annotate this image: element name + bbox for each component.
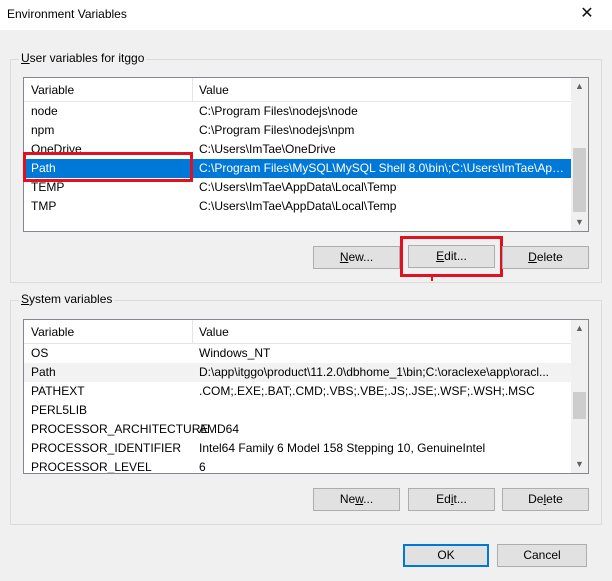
user-variables-legend: User variables for itggo <box>19 51 147 65</box>
system-edit-button[interactable]: Edit... <box>408 488 495 511</box>
variable-cell: TMP <box>31 199 57 213</box>
close-icon[interactable]: ✕ <box>576 3 598 25</box>
title-bar: Environment Variables ✕ <box>0 0 612 30</box>
table-row[interactable]: TMP C:\Users\ImTae\AppData\Local\Temp <box>24 197 571 216</box>
scroll-up-arrow-icon[interactable]: ▲ <box>571 320 588 337</box>
value-cell: C:\Program Files\nodejs\node <box>199 104 358 118</box>
variable-cell: PROCESSOR_IDENTIFIER <box>31 441 182 455</box>
user-edit-button[interactable]: Edit... <box>408 245 495 268</box>
ok-button[interactable]: OK <box>403 544 489 567</box>
value-cell: C:\Users\ImTae\OneDrive <box>199 142 336 156</box>
system-variables-legend: System variables <box>19 292 115 306</box>
system-delete-button[interactable]: Delete <box>502 488 589 511</box>
highlight-tick <box>431 275 433 281</box>
column-header-value[interactable]: Value <box>199 325 229 339</box>
system-new-button[interactable]: New... <box>313 488 400 511</box>
vertical-scrollbar[interactable]: ▲ ▼ <box>571 78 588 231</box>
variable-cell: OS <box>31 346 49 360</box>
value-cell: C:\Users\ImTae\AppData\Local\Temp <box>199 199 397 213</box>
value-cell: C:\Users\ImTae\AppData\Local\Temp <box>199 180 397 194</box>
table-row[interactable]: PROCESSOR_LEVEL 6 <box>24 458 571 474</box>
table-row[interactable]: node C:\Program Files\nodejs\node <box>24 102 571 121</box>
table-row[interactable]: PROCESSOR_IDENTIFIER Intel64 Family 6 Mo… <box>24 439 571 458</box>
highlight-box-path <box>23 152 193 182</box>
scroll-thumb[interactable] <box>573 392 586 419</box>
variable-cell: PERL5LIB <box>31 403 88 417</box>
scroll-thumb[interactable] <box>573 148 586 212</box>
scroll-up-arrow-icon[interactable]: ▲ <box>571 78 588 95</box>
column-separator[interactable] <box>192 78 193 102</box>
variable-cell: TEMP <box>31 180 65 194</box>
variable-cell: PROCESSOR_LEVEL <box>31 460 152 474</box>
system-variables-list[interactable]: Variable Value OS Windows_NT Path D:\app… <box>23 319 589 474</box>
variable-cell: PROCESSOR_ARCHITECTURE <box>31 422 209 436</box>
column-header-value[interactable]: Value <box>199 83 229 97</box>
value-cell: Intel64 Family 6 Model 158 Stepping 10, … <box>199 441 486 455</box>
window-title: Environment Variables <box>7 7 127 21</box>
table-row[interactable]: PATHEXT .COM;.EXE;.BAT;.CMD;.VBS;.VBE;.J… <box>24 382 571 401</box>
scroll-down-arrow-icon[interactable]: ▼ <box>571 214 588 231</box>
value-cell: D:\app\itggo\product\11.2.0\dbhome_1\bin… <box>199 365 549 379</box>
table-row[interactable]: PROCESSOR_ARCHITECTURE AMD64 <box>24 420 571 439</box>
variable-cell: PATHEXT <box>31 384 85 398</box>
table-row[interactable]: OS Windows_NT <box>24 344 571 363</box>
column-header-variable[interactable]: Variable <box>31 325 74 339</box>
user-new-button[interactable]: New... <box>313 246 400 269</box>
value-cell: C:\Program Files\nodejs\npm <box>199 123 355 137</box>
value-cell: 6 <box>199 460 206 474</box>
cancel-button[interactable]: Cancel <box>497 544 587 567</box>
variable-cell: npm <box>31 123 55 137</box>
list-header: Variable Value <box>24 320 571 344</box>
table-row[interactable]: PERL5LIB <box>24 401 571 420</box>
variable-cell: node <box>31 104 58 118</box>
value-cell: .COM;.EXE;.BAT;.CMD;.VBS;.VBE;.JS;.JSE;.… <box>199 384 535 398</box>
list-header: Variable Value <box>24 78 571 102</box>
table-row[interactable]: Path D:\app\itggo\product\11.2.0\dbhome_… <box>24 363 571 382</box>
scroll-down-arrow-icon[interactable]: ▼ <box>571 456 588 473</box>
value-cell: C:\Program Files\MySQL\MySQL Shell 8.0\b… <box>199 161 567 175</box>
value-cell: AMD64 <box>199 422 240 436</box>
column-separator[interactable] <box>192 320 193 344</box>
variable-cell: Path <box>31 365 56 379</box>
vertical-scrollbar[interactable]: ▲ ▼ <box>571 320 588 473</box>
value-cell: Windows_NT <box>199 346 271 360</box>
user-delete-button[interactable]: Delete <box>502 246 589 269</box>
column-header-variable[interactable]: Variable <box>31 83 74 97</box>
table-row[interactable]: npm C:\Program Files\nodejs\npm <box>24 121 571 140</box>
